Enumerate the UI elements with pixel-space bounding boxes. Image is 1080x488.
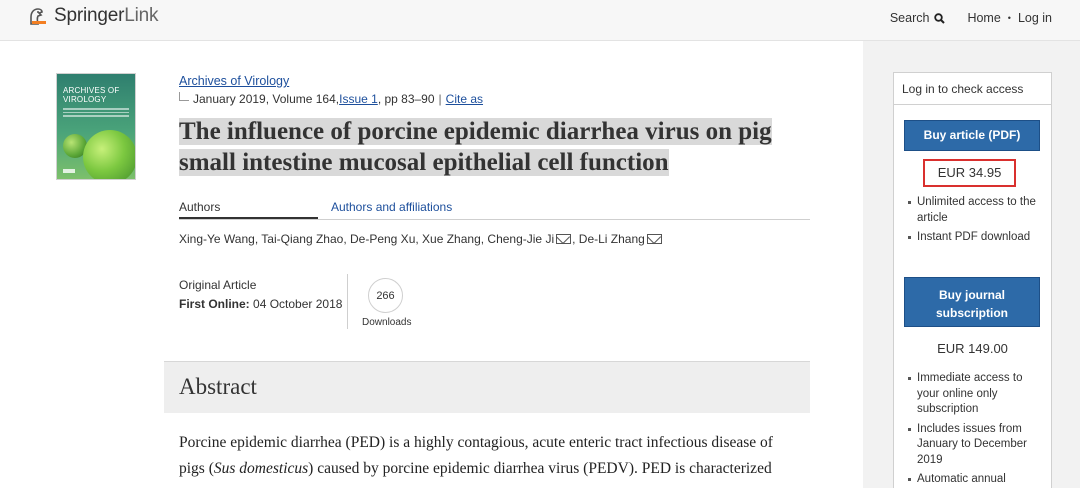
tab-authors-affiliations[interactable]: Authors and affiliations (331, 200, 452, 214)
access-sidebar: Log in to check access Buy article (PDF)… (893, 72, 1052, 488)
list-item: Immediate access to your online only sub… (908, 371, 1048, 418)
author-list: Xing-Ye Wang, Tai-Qiang Zhao, De-Peng Xu… (179, 232, 663, 246)
cover-virus-graphic (83, 130, 135, 179)
search-link[interactable]: Search (890, 11, 946, 25)
buy-article-button[interactable]: Buy article (PDF) (904, 120, 1040, 151)
email-icon[interactable] (556, 234, 572, 244)
login-link[interactable]: Log in (1018, 11, 1052, 25)
abstract-text: Porcine epidemic diarrhea (PED) is a hig… (179, 434, 773, 477)
first-online: First Online: 04 October 2018 (179, 297, 342, 311)
journal-cover-image[interactable]: ARCHIVES OF VIROLOGY (56, 73, 136, 180)
meta-separator: | (438, 92, 442, 106)
logo-text: SpringerLink (54, 5, 159, 26)
article-type: Original Article (179, 278, 257, 292)
active-tab-indicator (179, 217, 318, 219)
sidebar-header: Log in to check access (894, 73, 1051, 105)
journal-link[interactable]: Archives of Virology (179, 74, 289, 88)
list-item: Instant PDF download (908, 230, 1048, 246)
abstract-heading: Abstract (179, 374, 257, 399)
page-range: , pp 83–90 (377, 92, 435, 106)
publication-meta: January 2019, Volume 164, Issue 1 , pp 8… (179, 91, 483, 106)
login-check-access[interactable]: Log in to check access (902, 82, 1023, 96)
tree-connector (179, 91, 189, 101)
first-online-date: 04 October 2018 (253, 297, 343, 311)
downloads-count: 266 (368, 278, 403, 313)
top-nav: Search Home • Log in (890, 11, 1052, 25)
top-header: SpringerLink Search Home • Log in (0, 0, 1080, 41)
article-title: The influence of porcine epidemic diarrh… (179, 118, 772, 176)
cover-publisher-mark (63, 169, 75, 173)
buy-subscription-button[interactable]: Buy journal subscription (904, 277, 1040, 327)
abstract-section-header: Abstract (164, 361, 810, 413)
article-benefits: Unlimited access to the article Instant … (908, 195, 1048, 250)
list-item: Includes issues from January to December… (908, 422, 1048, 469)
logo-underline (32, 21, 46, 24)
author-last[interactable]: , De-Li Zhang (572, 232, 645, 246)
author-tabs: Authors Authors and affiliations (179, 198, 810, 220)
date-volume: January 2019, Volume 164, (193, 92, 340, 106)
downloads-label: Downloads (362, 317, 412, 328)
cite-as-link[interactable]: Cite as (446, 92, 483, 106)
home-link[interactable]: Home (967, 11, 1000, 25)
article-main: ARCHIVES OF VIROLOGY Archives of Virology… (0, 41, 863, 488)
cover-title: ARCHIVES OF VIROLOGY (63, 86, 120, 104)
list-item: Unlimited access to the article (908, 195, 1048, 226)
subscription-price: EUR 149.00 (937, 341, 1008, 356)
email-icon[interactable] (646, 234, 662, 244)
metrics-divider (347, 274, 348, 329)
search-label: Search (889, 11, 930, 25)
nav-separator: • (1007, 13, 1011, 23)
authors-text[interactable]: Xing-Ye Wang, Tai-Qiang Zhao, De-Peng Xu… (179, 232, 554, 246)
article-price: EUR 34.95 (923, 159, 1016, 187)
subscription-benefits: Immediate access to your online only sub… (908, 371, 1048, 488)
first-online-label: First Online: (179, 297, 250, 311)
cover-subtitle-lines (63, 108, 129, 117)
search-icon (934, 12, 946, 24)
list-item: Automatic annual (908, 472, 1048, 488)
tab-authors[interactable]: Authors (179, 200, 220, 214)
issue-link[interactable]: Issue 1 (339, 92, 378, 106)
